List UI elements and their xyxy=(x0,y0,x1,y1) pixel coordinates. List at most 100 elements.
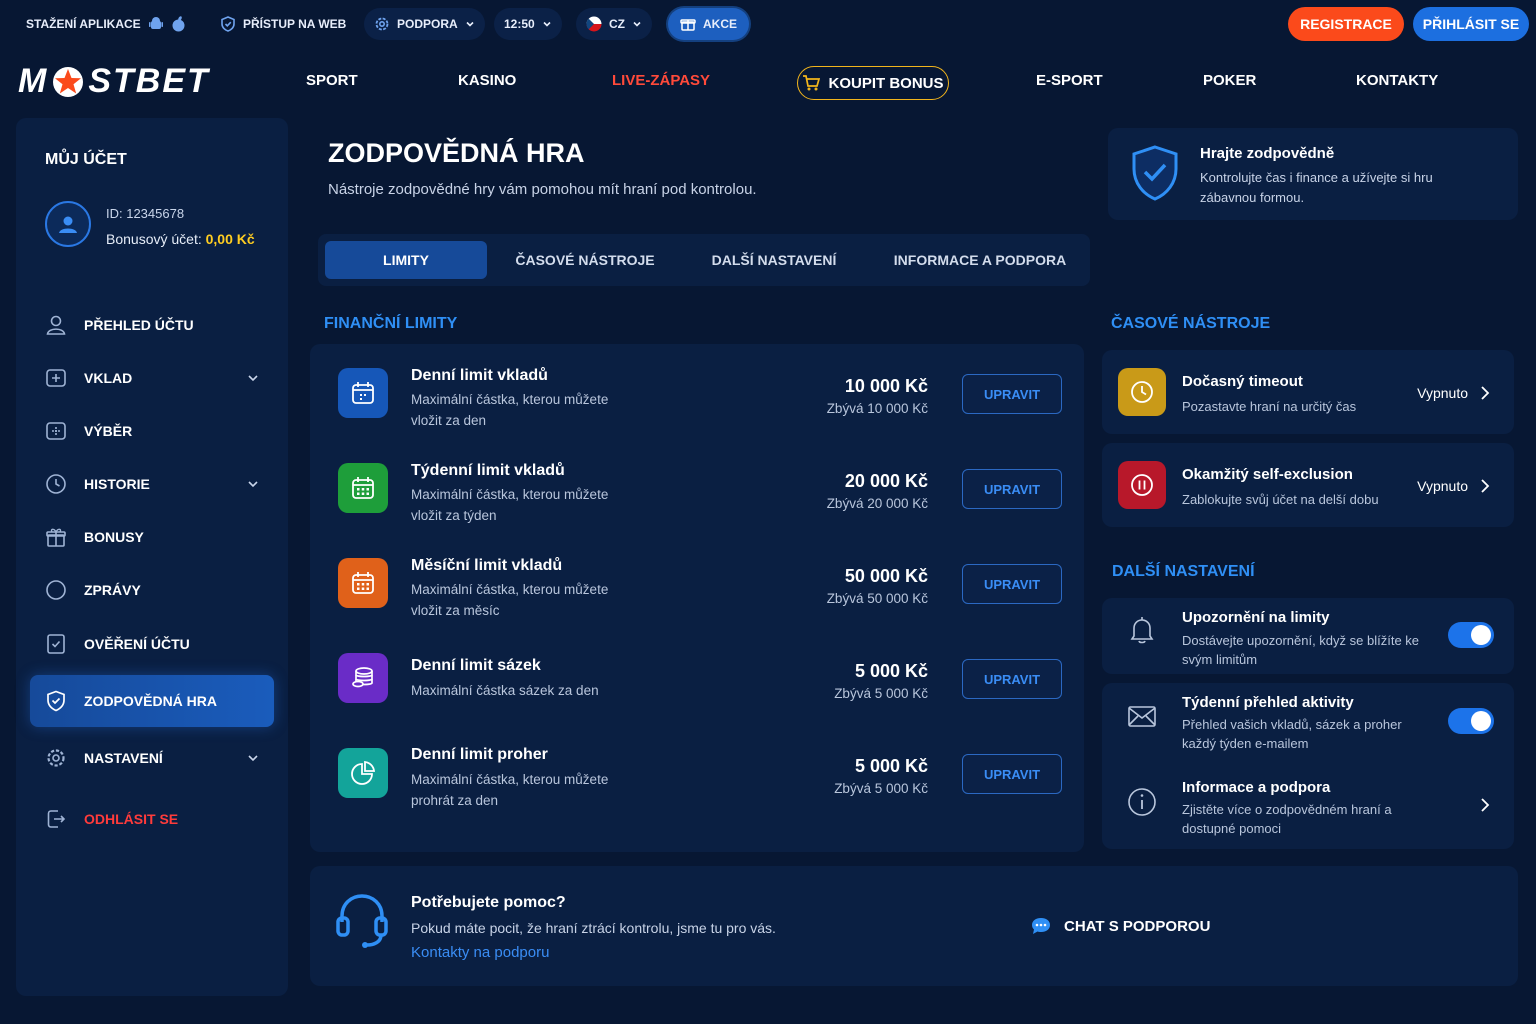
register-button[interactable]: REGISTRACE xyxy=(1288,7,1404,41)
headset-icon xyxy=(334,890,390,952)
language-dropdown[interactable]: CZ xyxy=(576,8,652,40)
edit-limit-button[interactable]: UPRAVIT xyxy=(962,564,1062,604)
sidebar-item-label: HISTORIE xyxy=(84,476,150,492)
nav-poker[interactable]: POKER xyxy=(1203,72,1256,89)
mostbet-logo[interactable]: M STBET xyxy=(18,62,210,101)
support-contacts-link[interactable]: Kontakty na podporu xyxy=(411,944,549,961)
chevron-down-icon xyxy=(246,477,260,491)
limit-amount: 10 000 Kč xyxy=(844,376,928,396)
limit-amount: 5 000 Kč xyxy=(854,756,928,776)
gear-icon xyxy=(374,16,390,32)
withdraw-icon xyxy=(46,422,66,440)
sidebar-item-verification[interactable]: OVĚŘENÍ ÚČTU xyxy=(30,620,274,668)
sidebar-item-responsible-gaming[interactable]: ZODPOVĚDNÁ HRA xyxy=(30,675,274,727)
web-access-link[interactable]: PŘÍSTUP NA WEB xyxy=(210,8,356,40)
sidebar-item-overview[interactable]: PŘEHLED ÚČTU xyxy=(30,301,274,349)
nav-esport[interactable]: E-SPORT xyxy=(1036,72,1103,89)
support-dropdown[interactable]: PODPORA xyxy=(364,8,485,40)
nav-casino[interactable]: KASINO xyxy=(458,72,516,89)
logout-label: ODHLÁSIT SE xyxy=(84,811,179,827)
time-tool-self-exclusion[interactable]: Okamžitý self-exclusion Zablokujte svůj … xyxy=(1102,443,1514,527)
shield-icon xyxy=(220,16,236,32)
sidebar-item-settings[interactable]: NASTAVENÍ xyxy=(30,734,274,782)
chevron-down-icon xyxy=(542,19,552,29)
pause-icon xyxy=(1118,461,1166,509)
clock-icon xyxy=(46,474,66,494)
list-item: Denní limit proher Maximální částka, kte… xyxy=(310,734,1084,829)
limit-remaining: Zbývá 20 000 Kč xyxy=(826,496,928,511)
user-outline-icon xyxy=(46,315,66,335)
bell-icon xyxy=(1118,606,1166,654)
chevron-down-icon xyxy=(632,19,642,29)
nav-live[interactable]: LIVE-ZÁPASY xyxy=(612,72,710,89)
top-bar: STAŽENÍ APLIKACE PŘÍSTUP NA WEB PODPORA … xyxy=(0,0,1536,48)
limit-description: Maximální částka, kterou můžete vložit z… xyxy=(411,487,609,523)
sidebar-item-withdraw[interactable]: VÝBĚR xyxy=(30,407,274,455)
pie-chart-icon xyxy=(338,748,388,798)
responsible-play-info-card: Hrajte zodpovědně Kontrolujte čas i fina… xyxy=(1108,128,1518,220)
sidebar-item-history[interactable]: HISTORIE xyxy=(30,460,274,508)
tab-info-support[interactable]: INFORMACE A PODPORA xyxy=(878,234,1082,286)
tab-limits[interactable]: LIMITY xyxy=(325,241,487,279)
chevron-down-icon xyxy=(465,19,475,29)
chat-support-button[interactable]: CHAT S PODPOROU xyxy=(1030,916,1210,936)
sidebar-item-messages[interactable]: ZPRÁVY xyxy=(30,566,274,614)
calendar-week-icon xyxy=(338,463,388,513)
time-dropdown[interactable]: 12:50 xyxy=(494,8,562,40)
shield-check-icon xyxy=(47,690,65,712)
cart-icon xyxy=(802,74,821,92)
help-text: Pokud máte pocit, že hraní ztrácí kontro… xyxy=(411,920,776,936)
limit-description: Maximální částka sázek za den xyxy=(411,683,599,698)
limit-alerts-toggle[interactable] xyxy=(1448,622,1494,648)
time-tool-timeout[interactable]: Dočasný timeout Pozastavte hraní na urči… xyxy=(1102,350,1514,434)
tab-time-tools[interactable]: ČASOVÉ NÁSTROJE xyxy=(504,234,666,286)
info-card-title: Hrajte zodpovědně xyxy=(1200,145,1335,162)
logo-text-right: STBET xyxy=(88,62,210,100)
support-label: PODPORA xyxy=(397,17,458,31)
financial-limits-title: FINANČNÍ LIMITY xyxy=(324,315,458,332)
sidebar-item-label: ZPRÁVY xyxy=(84,582,141,598)
edit-limit-button[interactable]: UPRAVIT xyxy=(962,754,1062,794)
calendar-icon xyxy=(338,368,388,418)
page-title: ZODPOVĚDNÁ HRA xyxy=(328,138,585,168)
verification-icon xyxy=(47,634,65,654)
edit-limit-button[interactable]: UPRAVIT xyxy=(962,659,1062,699)
bonus-balance: Bonusový účet: 0,00 Kč xyxy=(106,231,255,247)
nav-contacts[interactable]: KONTAKTY xyxy=(1356,72,1438,89)
chat-support-label: CHAT S PODPOROU xyxy=(1064,917,1211,935)
nav-sport[interactable]: SPORT xyxy=(306,72,358,89)
setting-description: Zjistěte více o zodpovědném hraní a dost… xyxy=(1182,802,1392,836)
avatar[interactable] xyxy=(45,201,91,247)
promo-button[interactable]: AKCE xyxy=(668,8,750,40)
logout-icon xyxy=(47,810,66,828)
weekly-report-toggle[interactable] xyxy=(1448,708,1494,734)
logout-button[interactable]: ODHLÁSIT SE xyxy=(30,795,274,843)
edit-limit-button[interactable]: UPRAVIT xyxy=(962,374,1062,414)
sidebar-item-bonuses[interactable]: BONUSY xyxy=(30,513,274,561)
tab-other-settings[interactable]: DALŠÍ NASTAVENÍ xyxy=(693,234,855,286)
apple-icon xyxy=(171,16,186,32)
setting-title: Upozornění na limity xyxy=(1182,609,1330,626)
limit-amount: 50 000 Kč xyxy=(844,566,928,586)
envelope-icon xyxy=(1118,692,1166,740)
help-panel: Potřebujete pomoc? Pokud máte pocit, že … xyxy=(310,866,1518,986)
limit-description: Maximální částka, kterou můžete vložit z… xyxy=(411,582,609,618)
promo-label: AKCE xyxy=(703,17,738,31)
tab-bar: LIMITY ČASOVÉ NÁSTROJE DALŠÍ NASTAVENÍ I… xyxy=(318,234,1090,286)
clock-icon xyxy=(1118,368,1166,416)
nav-buy-bonus[interactable]: KOUPIT BONUS xyxy=(797,66,949,100)
edit-limit-button[interactable]: UPRAVIT xyxy=(962,469,1062,509)
setting-description: Dostávejte upozornění, když se blížíte k… xyxy=(1182,633,1420,667)
android-icon xyxy=(148,16,164,32)
time-tool-title: Dočasný timeout xyxy=(1182,373,1303,390)
login-button[interactable]: PŘIHLÁSIT SE xyxy=(1413,7,1529,41)
setting-description: Přehled vašich vkladů, sázek a proher ka… xyxy=(1182,717,1402,751)
list-item: Denní limit vkladů Maximální částka, kte… xyxy=(310,354,1084,449)
bonus-label: Bonusový účet: xyxy=(106,231,202,247)
sidebar-item-deposit[interactable]: VKLAD xyxy=(30,354,274,402)
user-icon xyxy=(59,216,77,233)
language-label: CZ xyxy=(609,17,625,31)
setting-title: Informace a podpora xyxy=(1182,779,1331,796)
time-tool-state: Vypnuto xyxy=(1417,385,1468,401)
app-download-link[interactable]: STAŽENÍ APLIKACE xyxy=(16,8,196,40)
